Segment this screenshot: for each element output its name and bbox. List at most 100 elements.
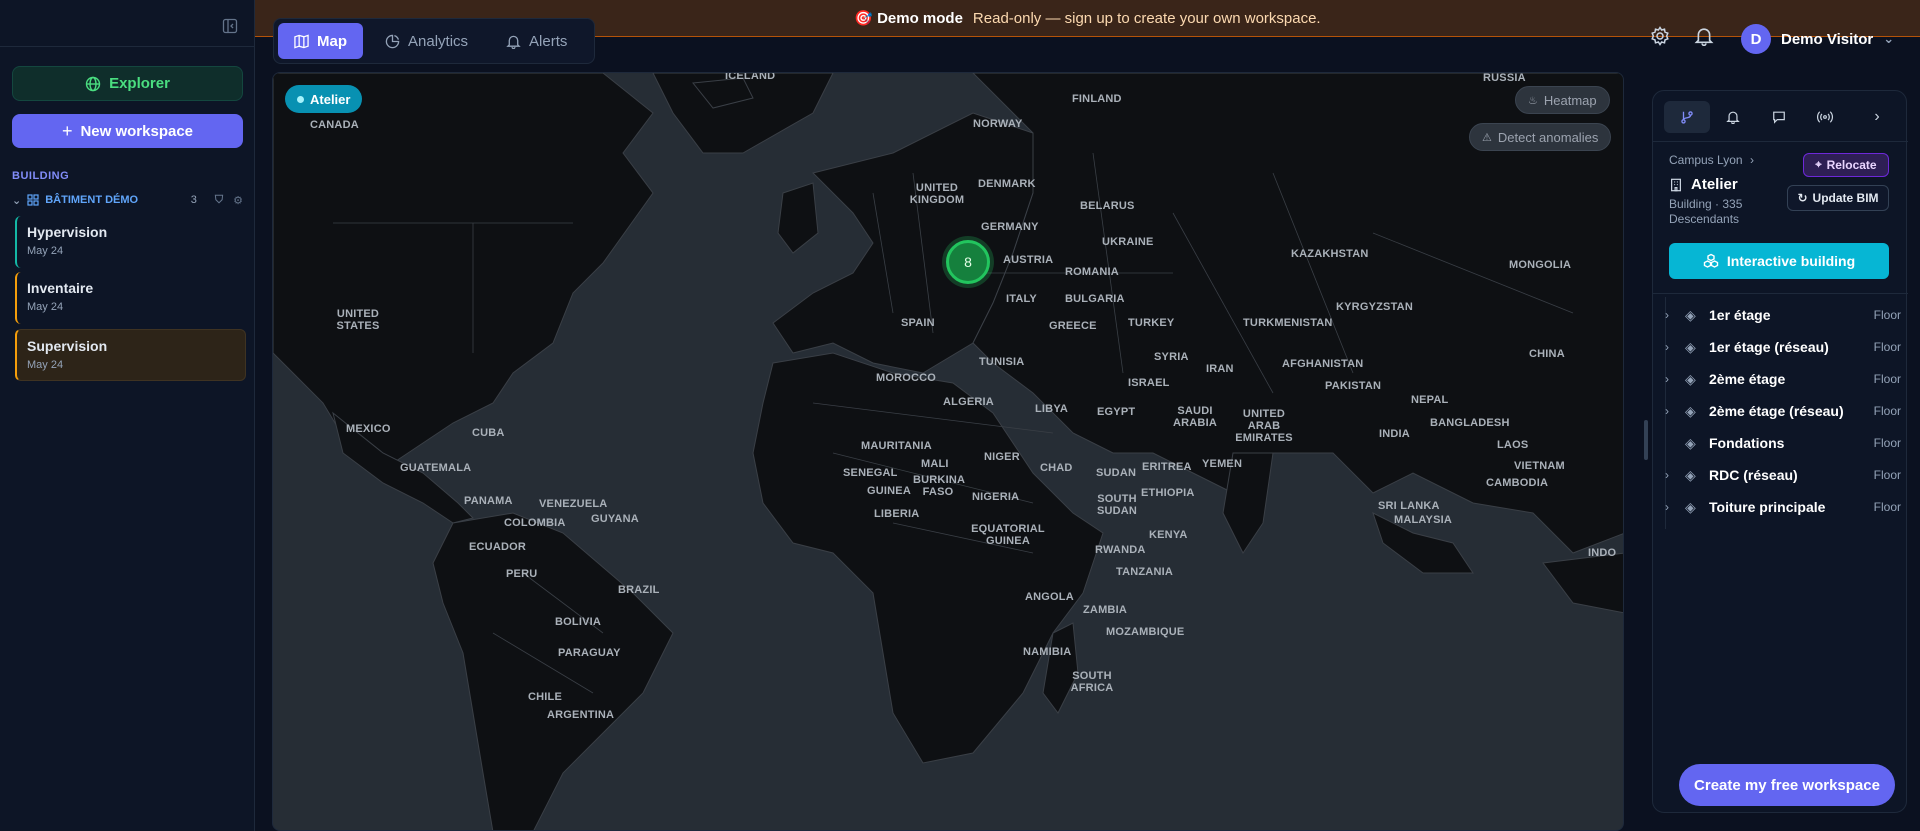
broadcast-icon [1817,111,1833,123]
interactive-building-button[interactable]: Interactive building [1669,243,1889,279]
floor-row[interactable]: › ◈ 2ème étage (réseau) Floor [1665,397,1905,425]
map-label: RWANDA [1095,544,1146,556]
floor-name: 1er étage [1709,307,1771,323]
map-label: ITALY [1006,293,1037,305]
map-label: ERITREA [1142,461,1192,473]
world-map[interactable]: ICELAND RUSSIA FINLAND CANADA NORWAY UNI… [272,72,1624,831]
floor-name: RDC (réseau) [1709,467,1798,483]
explorer-label: Explorer [109,75,170,92]
map-label: KENYA [1149,529,1188,541]
sidebar-item-inventaire[interactable]: Inventaire May 24 [15,272,246,324]
tab-sensors[interactable] [1802,101,1848,133]
sidebar-item-supervision[interactable]: Supervision May 24 [15,329,246,381]
chevron-right-icon[interactable]: › [1665,468,1681,482]
map-label: UKRAINE [1102,236,1154,248]
map-label: BURKINA FASO [913,474,966,498]
target-icon: 🎯 [854,10,874,27]
map-label: ROMANIA [1065,266,1119,278]
panel-title: Atelier [1669,176,1738,193]
floor-row[interactable]: › ◈ 1er étage Floor [1665,301,1905,329]
floor-row[interactable]: ◈ Fondations Floor [1665,429,1905,457]
chevron-right-icon[interactable]: › [1665,404,1681,418]
create-workspace-button[interactable]: Create my free workspace [1679,764,1895,806]
floor-type: Floor [1873,468,1901,482]
map-label: CHINA [1529,348,1565,360]
map-label: SAUDI ARABIA [1173,405,1217,429]
atelier-chip-label: Atelier [310,91,351,107]
map-label: GREECE [1049,320,1097,332]
relocate-label: Relocate [1826,158,1877,172]
chevron-right-icon[interactable]: › [1665,372,1681,386]
tab-hierarchy[interactable] [1664,101,1710,133]
shield-icon[interactable]: ⛉ [215,194,223,207]
map-label: INDO [1588,547,1617,559]
user-name: Demo Visitor [1781,30,1874,48]
map-label: TURKMENISTAN [1243,317,1333,329]
sidebar-divider [0,46,255,47]
map-label: BELARUS [1080,200,1135,212]
panel-title-text: Atelier [1691,176,1738,193]
map-label: BOLIVIA [555,616,602,628]
notifications-icon[interactable] [1694,26,1714,46]
banner-title: Demo mode [877,9,963,27]
map-label: SUDAN [1096,467,1137,479]
gear-icon[interactable]: ⚙ [233,194,243,207]
globe-icon [85,76,101,91]
collapse-sidebar-icon[interactable] [222,18,238,34]
map-label: NIGERIA [972,491,1020,503]
tab-alerts[interactable] [1710,101,1756,133]
map-label: BRAZIL [618,584,660,596]
floor-row[interactable]: › ◈ 1er étage (réseau) Floor [1665,333,1905,361]
panel-next-button[interactable]: › [1857,101,1897,133]
map-label: NORWAY [973,118,1023,130]
heatmap-button[interactable]: ♨ Heatmap [1515,86,1610,114]
tab-alerts[interactable]: Alerts [490,23,583,59]
tab-label: Alerts [529,32,568,50]
chevron-right-icon[interactable]: › [1665,340,1681,354]
map-label: TANZANIA [1116,566,1173,578]
bell-icon [1726,111,1740,124]
floor-type: Floor [1873,500,1901,514]
chevron-right-icon[interactable]: › [1665,500,1681,514]
update-bim-button[interactable]: ↻ Update BIM [1787,185,1889,211]
tab-analytics[interactable]: Analytics [369,23,484,59]
map-cluster-marker[interactable]: 8 [946,240,990,284]
floor-row[interactable]: › ◈ Toiture principale Floor [1665,493,1905,521]
map-label: VIETNAM [1514,460,1565,472]
resize-handle[interactable] [1644,420,1648,460]
explorer-button[interactable]: Explorer [12,66,243,101]
sidebar-item-hypervision[interactable]: Hypervision May 24 [15,216,246,268]
map-label: FINLAND [1072,93,1122,105]
floor-name: Toiture principale [1709,499,1826,515]
detect-anomalies-button[interactable]: ⚠ Detect anomalies [1469,123,1612,151]
map-label: KAZAKHSTAN [1291,248,1369,260]
chevron-right-icon: › [1874,108,1880,125]
new-workspace-button[interactable]: + New workspace [12,114,243,148]
map-label: ICELAND [725,72,776,82]
atelier-chip[interactable]: Atelier [285,85,363,113]
breadcrumb[interactable]: Campus Lyon › [1669,153,1754,167]
layers-icon: ◈ [1685,498,1696,515]
map-label: UNITED KINGDOM [909,182,965,206]
map-label: IRAN [1206,363,1234,375]
map-label: SENEGAL [843,467,898,479]
floor-name: Fondations [1709,435,1785,451]
floor-name: 1er étage (réseau) [1709,339,1829,355]
floor-type: Floor [1873,372,1901,386]
map-label: BULGARIA [1065,293,1125,305]
building-count: 3 [190,194,197,206]
chevron-right-icon[interactable]: › [1665,308,1681,322]
tab-comments[interactable] [1756,101,1802,133]
map-label: ZAMBIA [1083,604,1127,616]
tab-map[interactable]: Map [278,23,363,59]
refresh-icon: ↻ [1797,191,1808,205]
settings-icon[interactable] [1650,26,1670,46]
map-label: EQUATORIAL GUINEA [971,523,1045,547]
floor-row[interactable]: › ◈ 2ème étage Floor [1665,365,1905,393]
user-menu[interactable]: D Demo Visitor ⌄ [1741,24,1894,54]
map-label: CAMBODIA [1486,477,1549,489]
floor-row[interactable]: › ◈ RDC (réseau) Floor [1665,461,1905,489]
relocate-button[interactable]: ⌖ Relocate [1803,153,1889,177]
building-group[interactable]: ⌄ BÂTIMENT DÉMO 3 ⛉ ⚙ [12,192,243,208]
floor-type: Floor [1873,436,1901,450]
